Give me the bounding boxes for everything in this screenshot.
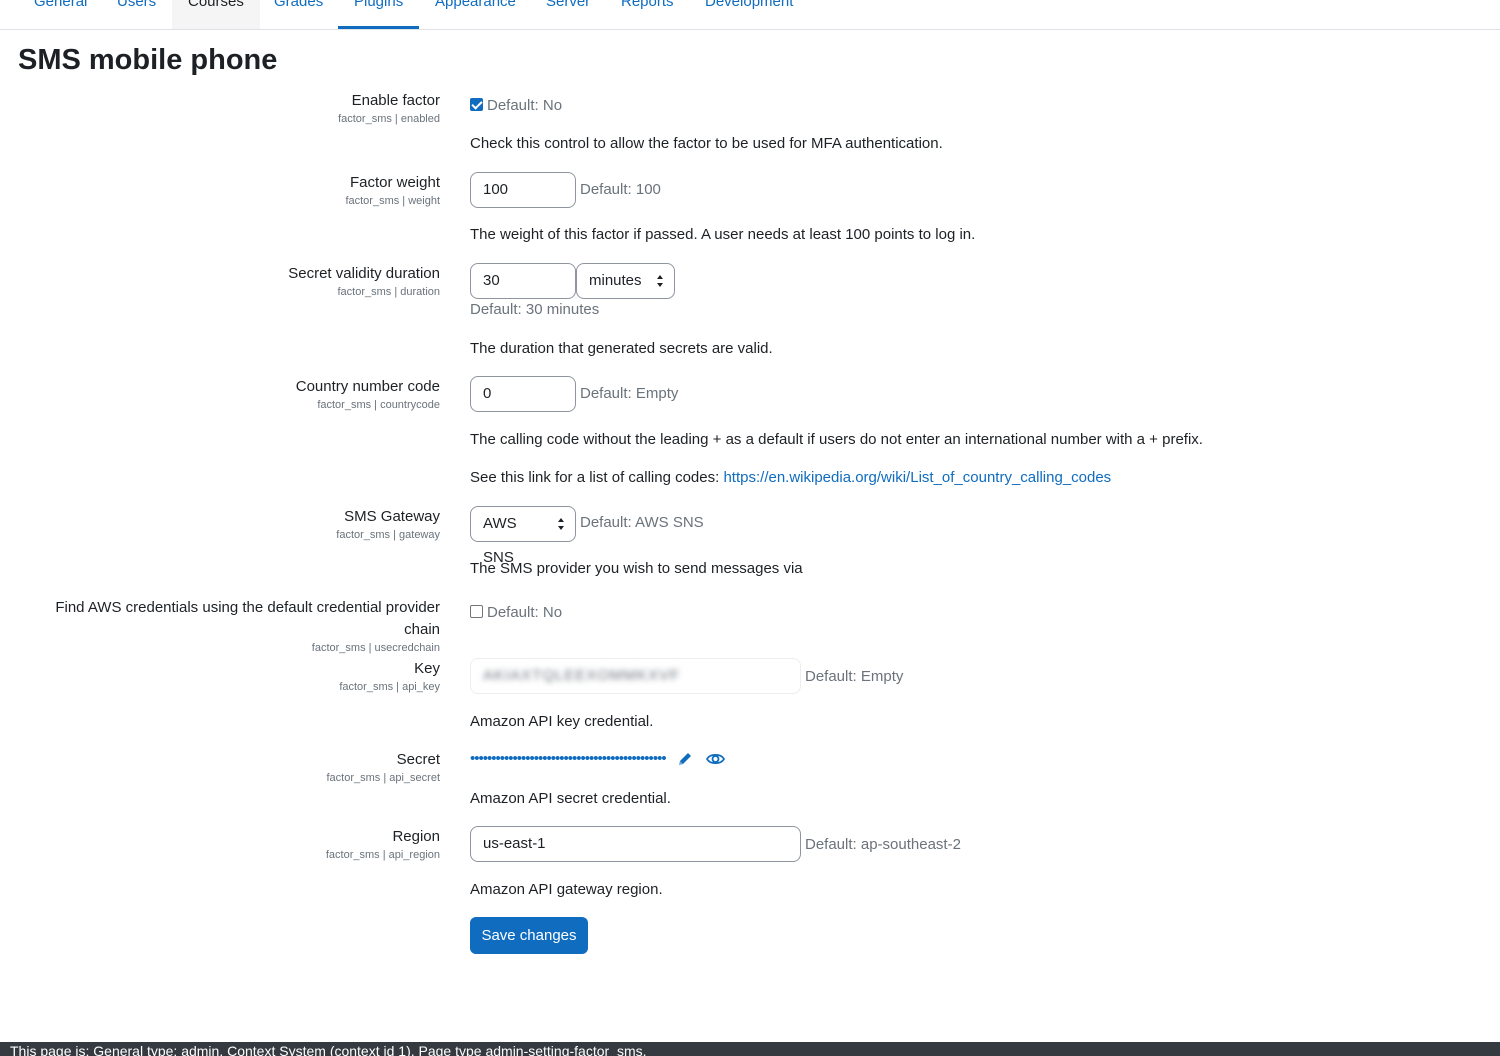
setting-label-api-secret: Secret factor_sms | api_secret (20, 749, 440, 785)
save-changes-button[interactable]: Save changes (470, 917, 588, 954)
setting-description: Amazon API secret credential. (470, 790, 671, 807)
setting-name: Enable factor (351, 92, 440, 109)
enable-factor-checkbox[interactable] (470, 98, 483, 111)
setting-description: The calling code without the leading + a… (470, 431, 1203, 448)
factor-weight-input[interactable]: 100 (470, 172, 576, 208)
setting-label-weight: Factor weight factor_sms | weight (20, 172, 440, 208)
setting-name: Region (392, 828, 440, 845)
setting-name: Find AWS credentials using the default c… (55, 599, 440, 616)
setting-key: factor_sms | api_secret (326, 772, 440, 784)
setting-name: Secret validity duration (288, 265, 440, 282)
pencil-icon[interactable] (677, 751, 693, 767)
tab-reports[interactable]: Reports (605, 0, 690, 29)
calling-codes-link[interactable]: https://en.wikipedia.org/wiki/List_of_co… (723, 469, 1111, 486)
default-value: Default: 100 (580, 181, 661, 198)
setting-name: Factor weight (349, 174, 440, 191)
setting-key: factor_sms | duration (337, 286, 440, 298)
link-prefix: See this link for a list of calling code… (470, 469, 724, 486)
default-value: Default: AWS SNS (580, 514, 704, 531)
api-key-input[interactable]: AKIAXTQLEEXOMMKXVF (470, 658, 801, 694)
country-code-input[interactable]: 0 (470, 376, 576, 412)
setting-name: Country number code (295, 378, 440, 395)
setting-label-duration: Secret validity duration factor_sms | du… (20, 263, 440, 299)
admin-tabs: General Users Courses Grades Plugins App… (0, 0, 1500, 30)
tab-development[interactable]: Development (689, 0, 809, 29)
default-value: Default: No (487, 604, 563, 621)
setting-description: Check this control to allow the factor t… (470, 135, 943, 152)
setting-label-api-region: Region factor_sms | api_region (20, 826, 440, 862)
api-region-input[interactable]: us-east-1 (470, 826, 801, 862)
masked-secret[interactable]: ••••••••••••••••••••••••••••••••••••••••… (470, 751, 667, 766)
setting-name: Secret (396, 751, 440, 768)
setting-key: factor_sms | enabled (338, 113, 440, 125)
eye-icon[interactable] (706, 751, 725, 767)
setting-name-cont: chain (404, 621, 440, 638)
setting-description: The SMS provider you wish to send messag… (470, 560, 803, 577)
setting-label-gateway: SMS Gateway factor_sms | gateway (20, 506, 440, 542)
default-value: Default: 30 minutes (470, 301, 600, 318)
use-cred-chain-checkbox[interactable] (470, 605, 483, 618)
page-title: SMS mobile phone (18, 44, 278, 76)
default-value: Default: No (487, 97, 563, 114)
setting-description: The weight of this factor if passed. A u… (470, 226, 976, 243)
default-value: Default: ap-southeast-2 (805, 836, 961, 853)
tab-plugins[interactable]: Plugins (338, 0, 419, 29)
setting-description: Amazon API key credential. (470, 713, 654, 730)
tab-general[interactable]: General (18, 0, 103, 29)
select-caret-icon (558, 518, 564, 530)
setting-description: Amazon API gateway region. (470, 881, 663, 898)
select-caret-icon (657, 275, 663, 287)
setting-key: factor_sms | gateway (336, 529, 440, 541)
setting-key: factor_sms | api_region (325, 849, 440, 861)
sms-gateway-select[interactable]: AWS SNS (470, 506, 576, 566)
setting-name: Key (414, 660, 440, 677)
setting-label-countrycode: Country number code factor_sms | country… (20, 376, 440, 412)
page-info-footer: This page is: General type: admin. Conte… (0, 1042, 1500, 1056)
default-value: Default: Empty (580, 385, 679, 402)
tab-appearance[interactable]: Appearance (419, 0, 532, 29)
calling-codes-note: See this link for a list of calling code… (470, 468, 1111, 488)
api-key-value: AKIAXTQLEEXOMMKXVF (483, 667, 681, 684)
tab-server[interactable]: Server (530, 0, 606, 29)
select-value: minutes (589, 272, 642, 289)
setting-description: The duration that generated secrets are … (470, 340, 773, 357)
setting-name: SMS Gateway (344, 508, 440, 525)
setting-key: factor_sms | countrycode (317, 399, 440, 411)
setting-label-api-key: Key factor_sms | api_key (20, 658, 440, 694)
default-value: Default: Empty (805, 668, 904, 685)
tab-users[interactable]: Users (101, 0, 172, 29)
duration-value-input[interactable]: 30 (470, 263, 576, 299)
setting-label-usecredchain: Find AWS credentials using the default c… (20, 597, 440, 655)
duration-unit-select[interactable]: minutes (576, 263, 675, 299)
setting-key: factor_sms | weight (345, 195, 440, 207)
setting-key: factor_sms | api_key (339, 681, 440, 693)
setting-key: factor_sms | usecredchain (311, 642, 440, 654)
tab-grades[interactable]: Grades (258, 0, 339, 29)
tab-courses[interactable]: Courses (172, 0, 260, 29)
setting-label-enabled: Enable factor factor_sms | enabled (20, 90, 440, 126)
